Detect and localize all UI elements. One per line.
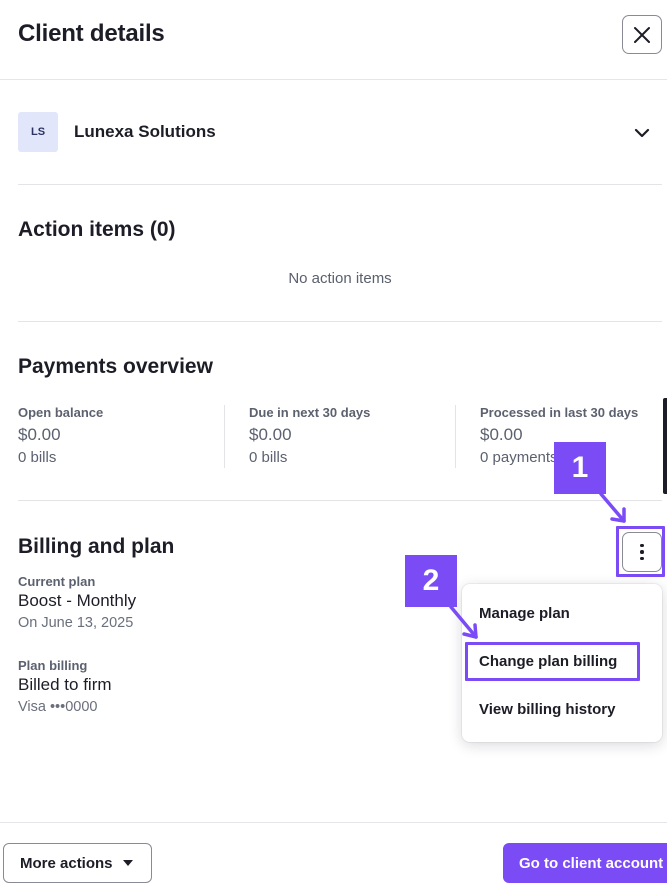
payments-overview-title: Payments overview [18,355,213,378]
metric-due-next-30: Due in next 30 days $0.00 0 bills [249,405,444,466]
billing-plan-title: Billing and plan [18,535,175,558]
metric-separator [224,405,225,468]
metric-open-balance: Open balance $0.00 0 bills [18,405,218,466]
divider [18,500,662,501]
menu-item-manage-plan[interactable]: Manage plan [479,605,570,622]
metric-value: $0.00 [249,425,292,444]
page-title: Client details [18,20,165,47]
close-button[interactable] [622,15,662,54]
current-plan-value: Boost - Monthly [18,591,137,610]
current-plan-label: Current plan [18,574,96,589]
metric-label: Open balance [18,405,104,420]
caret-down-icon [122,860,133,866]
metric-label: Processed in last 30 days [480,405,639,420]
close-icon [634,26,650,43]
metric-sub: 0 bills [18,449,57,466]
menu-item-view-billing-history[interactable]: View billing history [479,701,615,718]
go-to-client-account-button[interactable]: Go to client account [503,843,667,883]
metric-value: $0.00 [18,425,61,444]
divider [18,321,662,322]
arrow-step1 [599,492,626,523]
action-items-empty: No action items [288,270,392,287]
step-badge-1: 1 [554,442,606,494]
client-name: Lunexa Solutions [74,122,216,141]
chevron-down-icon[interactable] [632,123,652,143]
metric-separator [455,405,456,468]
divider [18,184,662,185]
metric-sub: 0 bills [249,449,288,466]
more-actions-label: More actions [20,854,113,872]
client-selector[interactable]: LS Lunexa Solutions [18,112,662,152]
plan-billing-label: Plan billing [18,658,88,673]
client-avatar: LS [18,112,58,152]
metric-label: Due in next 30 days [249,405,371,420]
plan-billing-value: Billed to firm [18,675,112,694]
plan-billing-card: Visa •••0000 [18,699,98,715]
action-items-title: Action items (0) [18,218,176,241]
highlight-box-step2 [465,642,640,681]
panel-header: Client details [0,0,667,80]
highlight-box-step1 [616,526,665,577]
step-badge-2: 2 [405,555,457,607]
scroll-indicator [663,398,667,494]
more-actions-button[interactable]: More actions [3,843,152,883]
current-plan-date: On June 13, 2025 [18,615,134,631]
